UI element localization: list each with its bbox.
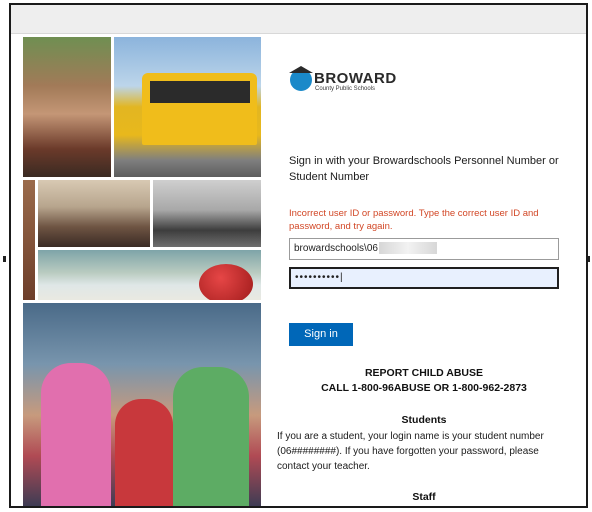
username-input[interactable]: browardschools\06	[289, 238, 559, 260]
password-mask: ••••••••••|	[295, 272, 344, 283]
apple-icon	[199, 264, 253, 300]
logo-subtitle: County Public Schools	[315, 86, 376, 92]
logo-wordmark: BROWARD	[314, 70, 397, 87]
children-photo	[23, 303, 261, 506]
sign-in-prompt: Sign in with your Browardschools Personn…	[289, 155, 559, 183]
students-text: If you are a student, your login name is…	[277, 431, 544, 472]
staff-heading: Staff	[412, 491, 436, 503]
browser-window: BROWARD County Public Schools Sign in wi…	[9, 3, 588, 508]
password-input[interactable]: ••••••••••|	[289, 267, 559, 289]
redacted-digits	[378, 242, 437, 255]
left-edge-marker	[3, 256, 6, 262]
broward-logo: BROWARD County Public Schools	[289, 66, 396, 94]
top-bar	[11, 5, 586, 34]
abuse-phone: CALL 1-800-96ABUSE OR 1-800-962-2873	[321, 382, 527, 394]
students-photo	[38, 180, 150, 247]
sign-in-button[interactable]: Sign in	[289, 323, 353, 346]
photo-collage	[23, 37, 261, 506]
graduation-cap-icon	[289, 66, 313, 73]
book-apple-photo	[38, 250, 261, 300]
collage-strip-photo	[23, 180, 35, 300]
error-message: Incorrect user ID or password. Type the …	[289, 208, 539, 232]
abuse-title: REPORT CHILD ABUSE	[364, 367, 484, 379]
teen-photo	[23, 37, 111, 177]
username-value: browardschools\06	[294, 243, 378, 254]
school-bus-photo	[114, 37, 261, 177]
students-heading: Students	[401, 414, 447, 426]
vintage-bus-photo	[153, 180, 261, 247]
